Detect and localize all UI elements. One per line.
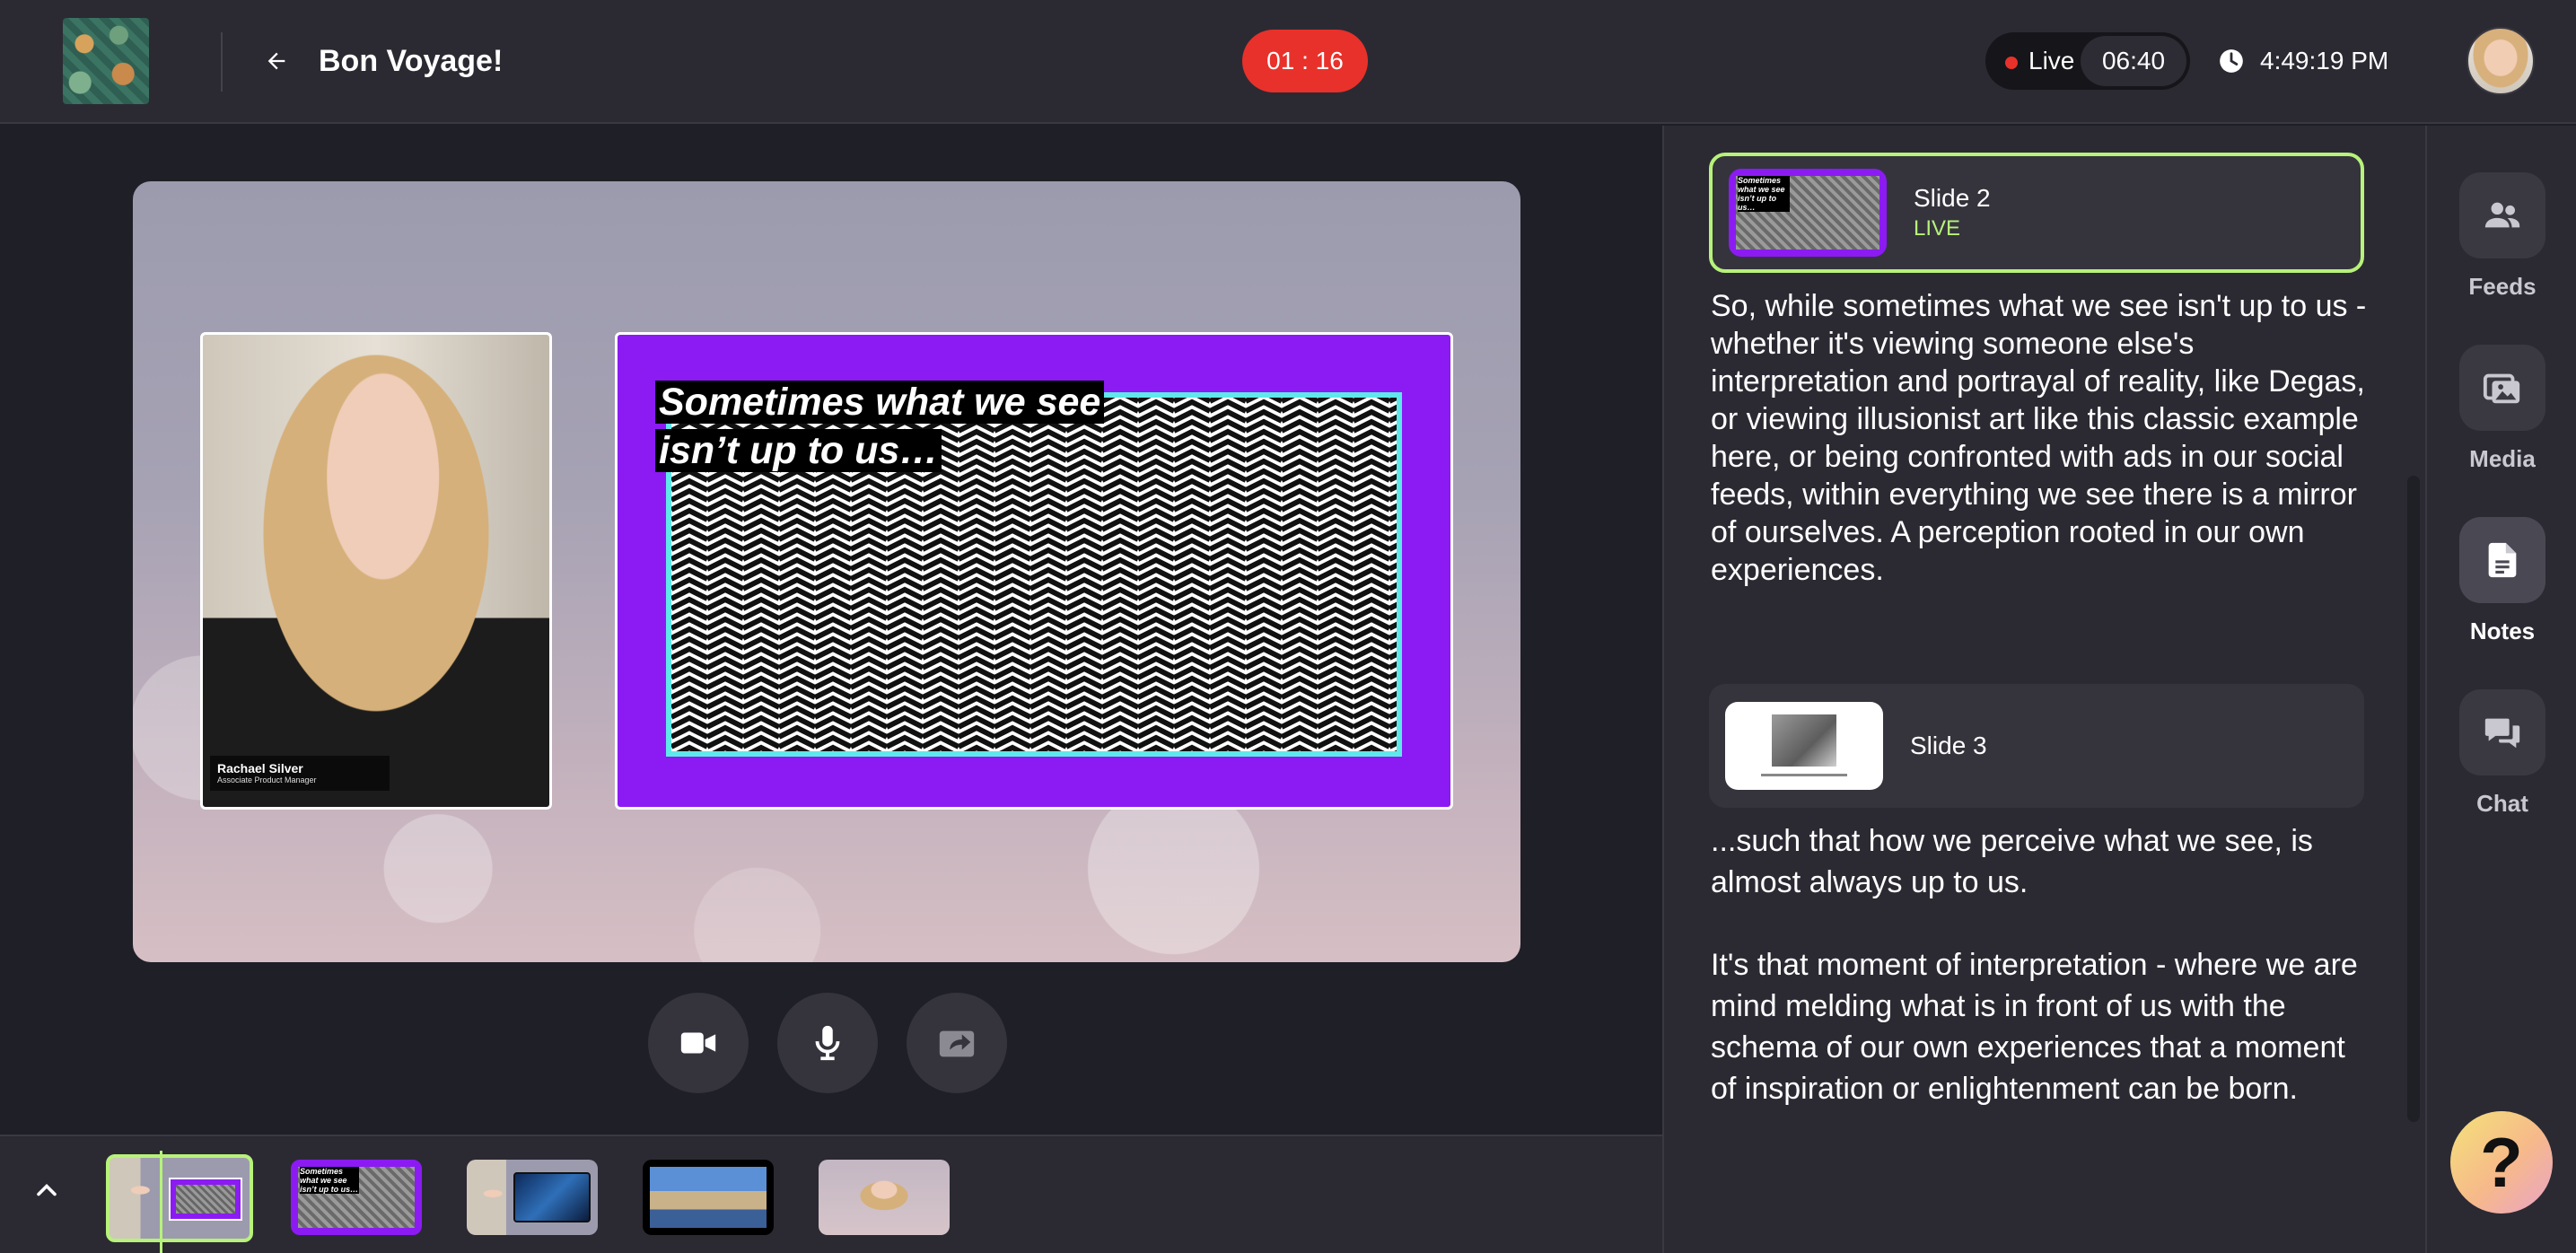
- scene-filmstrip: Sometimes what we see isn’t up to us…: [0, 1135, 1662, 1253]
- notes-scrollbar[interactable]: [2407, 476, 2420, 1122]
- speaker-notes-current: So, while sometimes what we see isn't up…: [1711, 289, 2367, 587]
- slide-card-title: Slide 3: [1910, 732, 1987, 759]
- rail-item-feeds[interactable]: Feeds: [2459, 172, 2545, 300]
- scene-thumb-5[interactable]: [819, 1160, 950, 1235]
- scene-thumb-1[interactable]: [106, 1154, 253, 1242]
- speaker-notes-next: ...such that how we perceive what we see…: [1711, 820, 2375, 1109]
- presenter-name: Rachael Silver: [217, 761, 303, 775]
- camera-button[interactable]: [648, 993, 749, 1093]
- slide-card-title: Slide 2: [1914, 184, 1991, 212]
- page-title: Bon Voyage!: [319, 44, 504, 78]
- slide-2-thumbnail-caption: Sometimes what we see isn’t up to us…: [1738, 176, 1790, 212]
- right-rail: Feeds Media Notes Chat: [2425, 126, 2576, 1253]
- microphone-icon: [815, 1025, 840, 1061]
- notes-panel: Sometimes what we see isn’t up to us… Sl…: [1662, 126, 2425, 1253]
- help-button[interactable]: ?: [2450, 1111, 2553, 1214]
- images-icon: [2483, 373, 2520, 404]
- countdown-timer[interactable]: 01 : 16: [1242, 30, 1368, 92]
- rail-item-media[interactable]: Media: [2459, 345, 2545, 472]
- live-label: Live: [2028, 47, 2075, 74]
- slide-2-thumbnail: Sometimes what we see isn’t up to us…: [1729, 169, 1887, 257]
- scene-thumb-3[interactable]: [467, 1160, 598, 1235]
- scene-thumb-4[interactable]: [643, 1160, 774, 1235]
- media-button[interactable]: [2459, 345, 2545, 431]
- document-icon: [2488, 542, 2517, 578]
- people-icon: [2484, 202, 2520, 228]
- rail-label-notes: Notes: [2469, 618, 2536, 644]
- presenter-role: Associate Product Manager: [217, 775, 317, 784]
- live-status-pill[interactable]: Live 06:40: [1985, 32, 2190, 90]
- live-elapsed-time: 06:40: [2081, 36, 2186, 86]
- user-avatar[interactable]: [2466, 27, 2535, 95]
- slide-display[interactable]: Sometimes what we see isn’t up to us…: [615, 332, 1453, 810]
- slide-card-next[interactable]: Slide 3: [1709, 684, 2364, 808]
- clock-icon: [2220, 49, 2243, 73]
- scene-thumb-2[interactable]: Sometimes what we see isn’t up to us…: [291, 1160, 422, 1235]
- rail-label-feeds: Feeds: [2468, 273, 2537, 300]
- chat-button[interactable]: [2459, 689, 2545, 775]
- back-arrow-icon[interactable]: [258, 39, 294, 83]
- stage-preview: Rachael Silver Associate Product Manager…: [133, 181, 1520, 962]
- rail-item-notes[interactable]: Notes: [2459, 517, 2545, 644]
- top-bar: Bon Voyage! 01 : 16 Live 06:40 4:49:19 P…: [0, 0, 2576, 124]
- feeds-button[interactable]: [2459, 172, 2545, 258]
- live-dot-icon: [2005, 57, 2018, 69]
- microphone-button[interactable]: [777, 993, 878, 1093]
- timeline-playhead[interactable]: [160, 1151, 162, 1253]
- brand-logo[interactable]: [63, 18, 149, 104]
- slide-card-current[interactable]: Sometimes what we see isn’t up to us… Sl…: [1709, 153, 2364, 273]
- speaker-notes-next-p2: It's that moment of interpretation - whe…: [1711, 948, 2358, 1106]
- slide-3-thumbnail: [1725, 702, 1883, 790]
- rail-label-media: Media: [2469, 445, 2536, 472]
- slide-caption-line-1: Sometimes what we see: [655, 381, 1105, 424]
- chat-icon: [2484, 718, 2520, 749]
- share-icon: [939, 1030, 975, 1057]
- chevron-up-icon[interactable]: [31, 1174, 63, 1206]
- rail-label-chat: Chat: [2476, 790, 2528, 817]
- divider: [221, 32, 223, 92]
- share-button[interactable]: [907, 993, 1007, 1093]
- rail-item-chat[interactable]: Chat: [2459, 689, 2545, 817]
- scene-thumb-2-caption: Sometimes what we see isn’t up to us…: [300, 1167, 359, 1194]
- presenter-nametag: Rachael Silver Associate Product Manager: [210, 756, 390, 791]
- slide-caption: Sometimes what we see isn’t up to us…: [655, 378, 1158, 475]
- current-time: 4:49:19 PM: [2260, 47, 2389, 74]
- slide-caption-line-2: isn’t up to us…: [655, 429, 942, 472]
- live-status-badge: LIVE: [1914, 216, 1961, 241]
- presenter-video[interactable]: Rachael Silver Associate Product Manager: [200, 332, 552, 810]
- camera-icon: [680, 1032, 716, 1054]
- speaker-notes-next-p1: ...such that how we perceive what we see…: [1711, 824, 2313, 899]
- notes-button[interactable]: [2459, 517, 2545, 603]
